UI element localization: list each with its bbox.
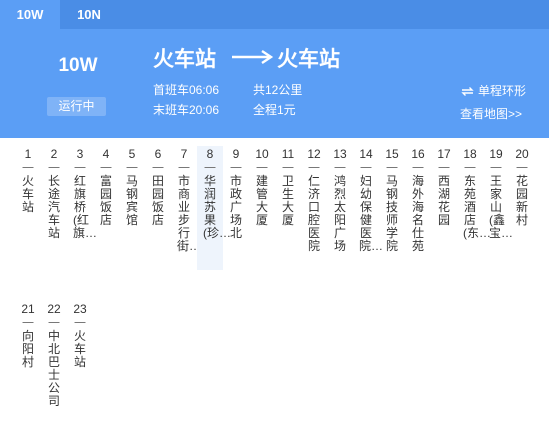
stop-number: 3	[76, 147, 84, 161]
stop-name: 红旗桥(红旗…	[73, 174, 98, 240]
stop-name: 向阳村	[21, 329, 34, 369]
stop-name: 建管大厦	[255, 174, 268, 227]
stop-number: 12	[307, 147, 321, 161]
stop-name: 市政广场北	[229, 174, 242, 240]
stop-number: 20	[515, 147, 529, 161]
stop-name: 中北巴士公司	[47, 329, 60, 408]
loop-arrows-icon	[461, 87, 474, 96]
loop-route-label: 单程环形	[478, 84, 527, 98]
stop-name: 妇幼保健医院…	[359, 174, 384, 253]
tab-10n[interactable]: 10N	[60, 0, 118, 29]
stop-name: 花园新村	[515, 174, 528, 227]
stop-item[interactable]: 5 一马钢宾馆	[119, 146, 145, 231]
stop-name: 火车站	[73, 329, 86, 369]
stop-item[interactable]: 19 一王家山(鑫宝…	[483, 146, 514, 270]
stop-item[interactable]: 7 一市商业步行街…	[171, 146, 202, 270]
stop-number: 1	[24, 147, 32, 161]
stop-number: 22	[47, 302, 61, 316]
view-map-link[interactable]: 查看地图>>	[460, 105, 522, 122]
stop-name: 火车站	[21, 174, 34, 214]
stop-number: 5	[128, 147, 136, 161]
stop-item[interactable]: 2 一长途汽车站	[41, 146, 67, 244]
stop-item[interactable]: 20 一花园新村	[509, 146, 535, 231]
stop-number: 15	[385, 147, 399, 161]
stop-number: 2	[50, 147, 58, 161]
route-tab-bar: 10W 10N	[0, 0, 549, 29]
stop-number: 23	[73, 302, 87, 316]
route-header: 10W 10N 10W 运行中 火车站 火车站 首班车06:06 末班车20:0…	[0, 0, 549, 138]
stop-number: 4	[102, 147, 110, 161]
stop-name: 仁济口腔医院	[307, 174, 320, 253]
last-bus-time: 末班车20:06	[153, 103, 220, 117]
route-name: 10W	[58, 55, 98, 76]
stop-item[interactable]: 16 一海外海名仕苑	[405, 146, 431, 257]
stop-item[interactable]: 18 一东苑酒店(东…	[457, 146, 491, 270]
loop-route-toggle[interactable]: 单程环形	[460, 82, 526, 99]
stop-name: 王家山(鑫宝…	[489, 174, 514, 240]
stop-name: 市商业步行街…	[177, 174, 202, 253]
stop-item[interactable]: 1 一火车站	[15, 146, 41, 218]
stop-number: 14	[359, 147, 373, 161]
stop-number: 19	[489, 147, 503, 161]
stop-item[interactable]: 4 一富园饭店	[93, 146, 119, 231]
stop-item[interactable]: 14 一妇幼保健医院…	[353, 146, 384, 270]
stop-name: 西湖花园	[437, 174, 450, 227]
stop-number: 13	[333, 147, 347, 161]
stop-number: 7	[180, 147, 188, 161]
stop-item[interactable]: 6 一田园饭店	[145, 146, 171, 231]
arrow-right-icon	[232, 50, 274, 64]
stop-item[interactable]: 21 一向阳村	[15, 301, 41, 373]
first-bus-time: 首班车06:06	[153, 83, 220, 97]
stop-item[interactable]: 8 一华润苏果(珍…	[197, 146, 231, 270]
stop-item[interactable]: 10 一建管大厦	[249, 146, 275, 231]
stop-number: 8	[206, 147, 214, 161]
stop-number: 16	[411, 147, 425, 161]
stop-name: 鸿烈太阳广场	[333, 174, 346, 253]
stop-item[interactable]: 22 一中北巴士公司	[41, 301, 67, 412]
stop-number: 9	[232, 147, 240, 161]
stop-number: 18	[463, 147, 477, 161]
stop-item[interactable]: 15 一马钢技师学院	[379, 146, 405, 257]
route-distance: 共12公里	[253, 83, 303, 97]
stop-name: 长途汽车站	[47, 174, 60, 240]
stop-item[interactable]: 17 一西湖花园	[431, 146, 457, 231]
stop-number: 21	[21, 302, 35, 316]
destination-stop: 火车站	[277, 48, 340, 71]
tab-10w[interactable]: 10W	[0, 0, 60, 29]
status-badge: 运行中	[47, 97, 106, 116]
stop-name: 马钢技师学院	[385, 174, 398, 253]
stop-number: 17	[437, 147, 451, 161]
stop-name: 华润苏果(珍…	[203, 174, 231, 240]
stop-item[interactable]: 9 一市政广场北	[223, 146, 249, 244]
stop-item[interactable]: 12 一仁济口腔医院	[301, 146, 327, 257]
stop-name: 卫生大厦	[281, 174, 294, 227]
route-fare: 全程1元	[253, 103, 296, 117]
stop-name: 马钢宾馆	[125, 174, 138, 227]
origin-stop: 火车站	[153, 48, 216, 71]
stop-name: 田园饭店	[151, 174, 164, 227]
stop-number: 6	[154, 147, 162, 161]
stop-name: 东苑酒店(东…	[463, 174, 491, 240]
stop-number: 11	[281, 147, 295, 161]
stop-item[interactable]: 3 一红旗桥(红旗…	[67, 146, 98, 270]
stop-name: 海外海名仕苑	[411, 174, 424, 253]
stop-item[interactable]: 11 一卫生大厦	[275, 146, 301, 231]
stop-item[interactable]: 23 一火车站	[67, 301, 93, 373]
stop-number: 10	[255, 147, 269, 161]
stop-item[interactable]: 13 一鸿烈太阳广场	[327, 146, 353, 257]
stop-name: 富园饭店	[99, 174, 112, 227]
